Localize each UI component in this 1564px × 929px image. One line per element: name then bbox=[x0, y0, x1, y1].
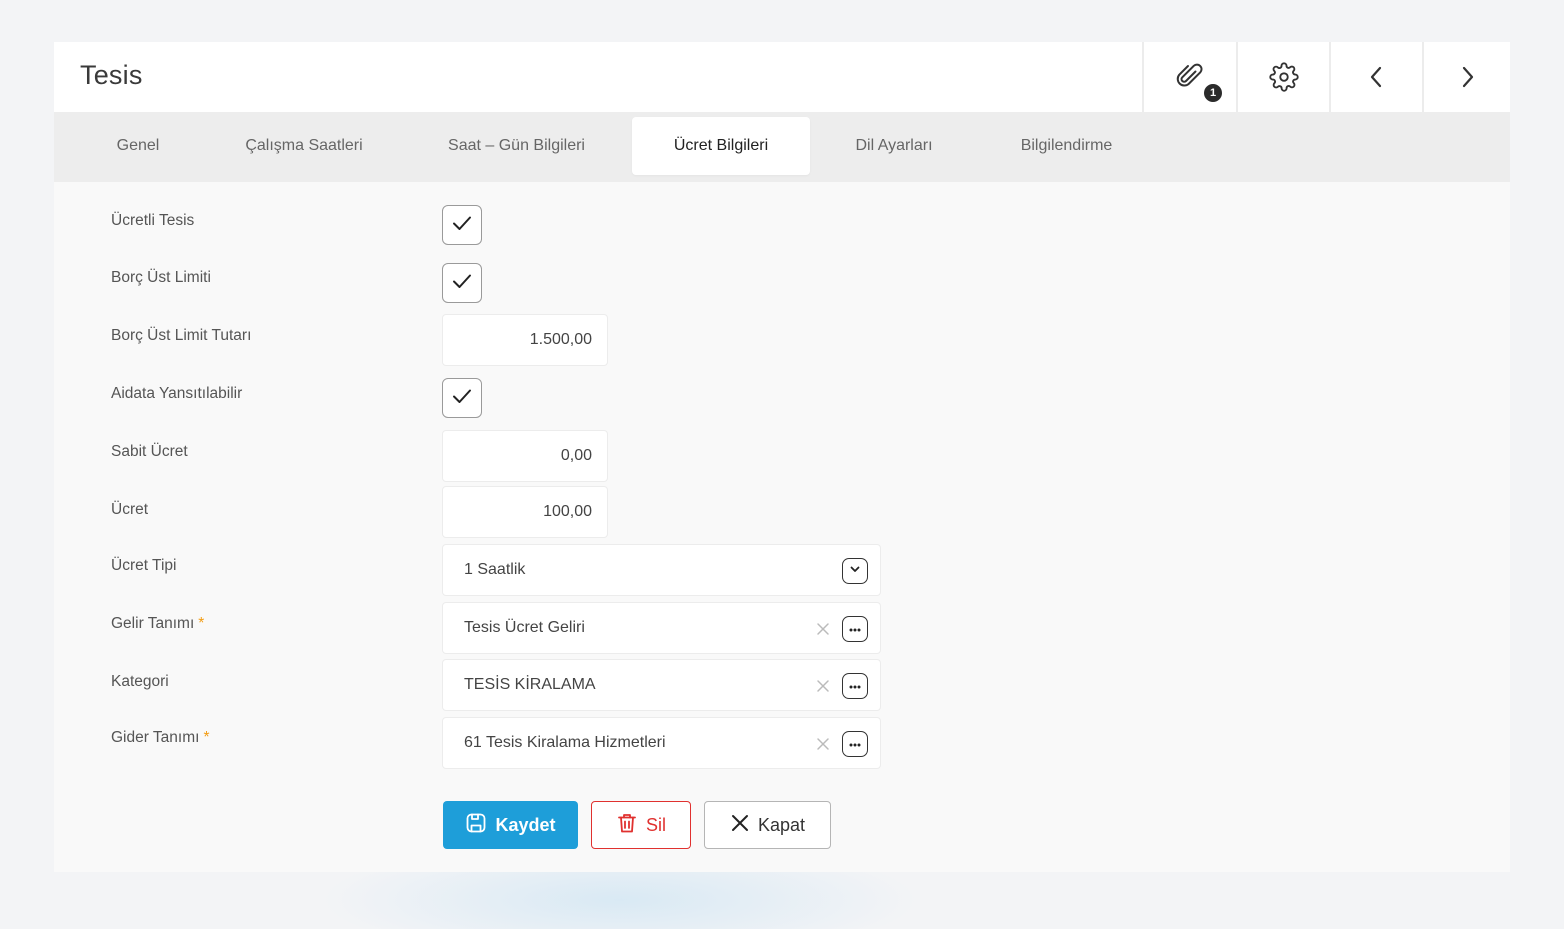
save-button[interactable]: Kaydet bbox=[443, 801, 578, 849]
delete-button-label: Sil bbox=[645, 814, 666, 835]
ucret-label: Ücret bbox=[111, 501, 149, 518]
gider-tanimi-value: 61 Tesis Kiralama Hizmetleri bbox=[464, 734, 666, 751]
chevron-down-icon bbox=[848, 562, 862, 581]
window-title: Tesis bbox=[80, 60, 143, 90]
attachments-button[interactable]: 1 bbox=[1142, 42, 1235, 112]
lookup-button[interactable] bbox=[842, 731, 868, 757]
gelir-tanimi-lookup[interactable]: Tesis Ücret Geliri bbox=[442, 602, 881, 654]
delete-button[interactable]: Sil bbox=[591, 801, 691, 849]
dropdown-toggle-button[interactable] bbox=[842, 558, 868, 584]
kategori-lookup[interactable]: TESİS KİRALAMA bbox=[442, 659, 881, 711]
gider-tanimi-label-text: Gider Tanımı bbox=[111, 729, 200, 746]
close-button[interactable]: Kapat bbox=[704, 801, 831, 849]
gelir-tanimi-value: Tesis Ücret Geliri bbox=[464, 619, 585, 636]
tab-genel[interactable]: Genel bbox=[84, 117, 192, 175]
aidata-yansitilabilir-label: Aidata Yansıtılabilir bbox=[111, 385, 243, 402]
borc-ust-limit-tutari-input[interactable]: 1.500,00 bbox=[442, 314, 608, 366]
sabit-ucret-input[interactable]: 0,00 bbox=[442, 430, 608, 482]
kategori-label: Kategori bbox=[111, 673, 169, 690]
close-button-label: Kapat bbox=[757, 814, 806, 835]
clear-icon[interactable] bbox=[814, 735, 832, 753]
clear-icon[interactable] bbox=[814, 677, 832, 695]
chevron-right-icon bbox=[1454, 64, 1480, 90]
tab-saat-gun-bilgileri[interactable]: Saat – Gün Bilgileri bbox=[434, 117, 599, 175]
chevron-left-icon bbox=[1364, 64, 1390, 90]
ucret-tipi-label: Ücret Tipi bbox=[111, 557, 177, 574]
ucretli-tesis-checkbox[interactable] bbox=[442, 205, 482, 245]
lookup-button[interactable] bbox=[842, 616, 868, 642]
gider-tanimi-lookup[interactable]: 61 Tesis Kiralama Hizmetleri bbox=[442, 717, 881, 769]
lookup-button[interactable] bbox=[842, 673, 868, 699]
gider-tanimi-label: Gider Tanımı * bbox=[111, 729, 210, 747]
kategori-value: TESİS KİRALAMA bbox=[464, 676, 596, 693]
sabit-ucret-label: Sabit Ücret bbox=[111, 443, 188, 460]
checkmark-icon bbox=[451, 385, 473, 412]
previous-button[interactable] bbox=[1329, 42, 1422, 112]
form-window: Tesis 1 Genel Çalışma Saatleri Saat – Gü… bbox=[54, 42, 1510, 872]
more-horizontal-icon bbox=[848, 620, 862, 638]
settings-button[interactable] bbox=[1236, 42, 1329, 112]
tab-bar: Genel Çalışma Saatleri Saat – Gün Bilgil… bbox=[54, 112, 1510, 182]
more-horizontal-icon bbox=[848, 677, 862, 695]
save-icon bbox=[465, 812, 487, 839]
ucret-tipi-select[interactable]: 1 Saatlik bbox=[442, 544, 881, 596]
gelir-tanimi-label: Gelir Tanımı * bbox=[111, 615, 204, 633]
borc-ust-limit-tutari-label: Borç Üst Limit Tutarı bbox=[111, 327, 252, 344]
gear-icon bbox=[1268, 62, 1299, 92]
ucret-tipi-value: 1 Saatlik bbox=[464, 561, 526, 578]
paperclip-icon bbox=[1175, 62, 1205, 92]
aidata-yansitilabilir-checkbox[interactable] bbox=[442, 378, 482, 418]
gelir-tanimi-label-text: Gelir Tanımı bbox=[111, 615, 195, 632]
borc-ust-limiti-label: Borç Üst Limiti bbox=[111, 269, 211, 286]
checkmark-icon bbox=[451, 270, 473, 297]
required-marker: * bbox=[203, 729, 210, 746]
window-header: Tesis 1 bbox=[54, 42, 1510, 112]
ucretli-tesis-label: Ücretli Tesis bbox=[111, 212, 195, 229]
more-horizontal-icon bbox=[848, 735, 862, 753]
borc-ust-limiti-checkbox[interactable] bbox=[442, 263, 482, 303]
tab-calisma-saatleri[interactable]: Çalışma Saatleri bbox=[229, 117, 379, 175]
close-icon bbox=[730, 813, 750, 838]
tab-dil-ayarlari[interactable]: Dil Ayarları bbox=[839, 117, 949, 175]
required-marker: * bbox=[198, 615, 205, 632]
attachment-count-badge: 1 bbox=[1202, 82, 1224, 104]
checkmark-icon bbox=[451, 212, 473, 239]
tab-bilgilendirme[interactable]: Bilgilendirme bbox=[1004, 117, 1129, 175]
next-button[interactable] bbox=[1422, 42, 1510, 112]
trash-icon bbox=[616, 812, 638, 839]
tab-ucret-bilgileri[interactable]: Ücret Bilgileri bbox=[632, 117, 810, 175]
save-button-label: Kaydet bbox=[495, 814, 556, 835]
ucret-input[interactable]: 100,00 bbox=[442, 486, 608, 538]
clear-icon[interactable] bbox=[814, 620, 832, 638]
